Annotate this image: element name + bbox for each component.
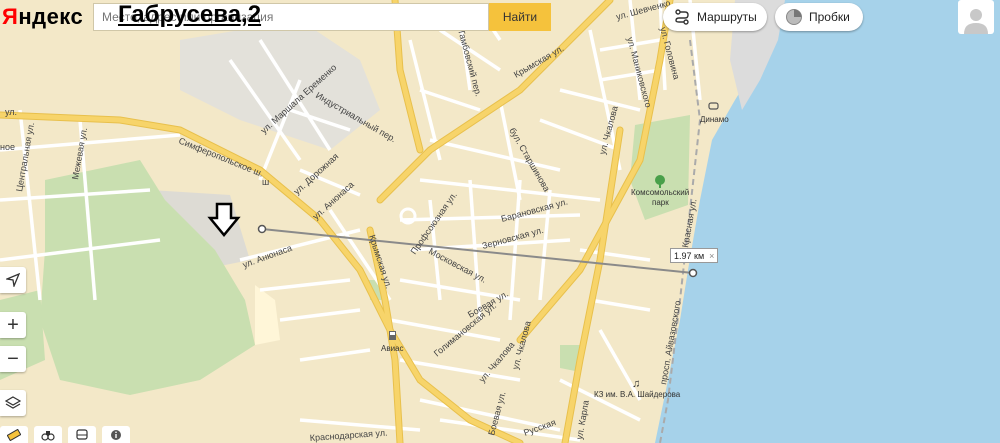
street-label: ул. [5,107,17,117]
traffic-icon [785,8,803,26]
street-label: ное [0,142,15,152]
ruler-icon [7,428,21,441]
park-label: Комсомольский [631,188,689,197]
fuel-station-label: Авиас [381,344,404,353]
ruler-end-point[interactable] [688,268,698,278]
location-arrow-icon [6,273,20,287]
ruler-tool-button[interactable] [0,426,28,443]
logo-first-letter: Я [2,4,19,29]
info-button[interactable] [102,426,130,443]
user-avatar[interactable] [958,0,994,34]
concert-hall-label: КЗ им. В.А. Шайдерова [594,390,681,399]
bus-icon [76,428,88,440]
park-label: парк [652,198,669,207]
user-icon [964,9,988,34]
transport-button[interactable] [68,426,96,443]
panorama-button[interactable] [34,426,62,443]
ruler-start-point[interactable] [257,224,267,234]
ruler-distance-label: 1.97 км × [670,248,719,263]
logo-rest: ндекс [18,4,84,29]
map-canvas[interactable]: ♫ Симферопольское ш. ул. Анюнаса ул. Аню… [0,0,1000,443]
zoom-in-button[interactable]: + [0,312,26,338]
fuel-icon [389,331,396,340]
routes-button[interactable]: Маршруты [663,3,767,31]
info-icon [111,429,121,440]
route-icon [673,8,691,26]
zoom-out-button[interactable]: − [0,346,26,372]
bottom-toolbar [0,426,130,443]
music-note-icon: ♫ [632,378,640,390]
geolocation-button[interactable] [0,267,26,293]
street-label: ш [262,177,269,187]
routes-label: Маршруты [697,10,757,24]
layers-button[interactable] [0,390,26,416]
close-icon[interactable]: × [709,251,714,261]
stadium-label: Динамо [700,115,729,124]
binoculars-icon [41,430,55,441]
traffic-button[interactable]: Пробки [775,3,863,31]
traffic-label: Пробки [809,10,850,24]
distance-value: 1.97 км [674,250,705,261]
down-arrow-icon [207,202,241,237]
address-annotation: Габрусева,2 [118,1,262,28]
yandex-logo[interactable]: Яндекс [2,4,83,30]
search-button[interactable]: Найти [489,3,551,31]
layers-icon [5,396,21,409]
